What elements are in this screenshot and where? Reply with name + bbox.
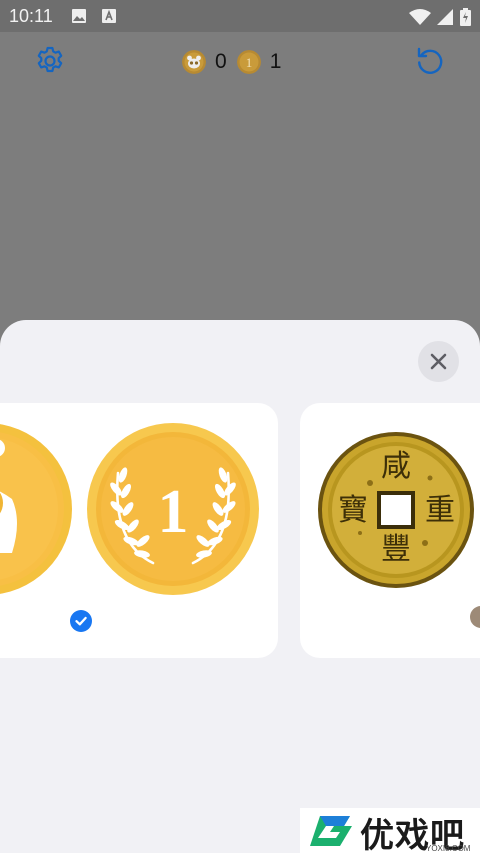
keyboard-a-icon <box>102 9 116 23</box>
gear-icon[interactable] <box>34 45 66 77</box>
close-button[interactable] <box>418 341 459 382</box>
signal-icon <box>437 9 453 25</box>
coin-char-top: 咸 <box>381 449 411 484</box>
one-coin-count: 1 <box>269 50 282 73</box>
battery-charging-icon <box>460 8 471 26</box>
score-display: 0 1 1 <box>182 49 291 75</box>
coin-option-chinese[interactable]: 咸 豐 重 寶 <box>300 403 480 658</box>
svg-text:1: 1 <box>245 55 252 70</box>
coin-option-panda-one[interactable]: 1 <box>0 403 278 658</box>
panda-coin-icon <box>182 50 206 74</box>
watermark-logo-icon <box>310 816 352 846</box>
next-coin-peek <box>470 606 480 628</box>
close-icon <box>430 353 447 370</box>
reset-icon[interactable] <box>413 45 447 79</box>
one-coin-icon: 1 <box>236 50 261 74</box>
panda-coin-count: 0 <box>215 50 227 73</box>
coin-char-left: 寶 <box>338 493 368 528</box>
panda-coin-image <box>0 424 72 594</box>
coin-picker-sheet: 1 咸 豐 重 寶 <box>0 320 480 853</box>
image-icon <box>72 9 86 23</box>
watermark: 优戏吧 YOXI8.COM <box>300 808 480 853</box>
status-bar: 10:11 <box>0 0 480 32</box>
coin-images: 1 <box>0 423 259 595</box>
chinese-coin-image: 咸 豐 重 寶 <box>318 432 480 628</box>
watermark-subtext: YOXI8.COM <box>426 844 471 853</box>
coin-char-bottom: 豐 <box>381 532 411 567</box>
game-header: 0 1 1 <box>0 32 480 92</box>
coin-char-right: 重 <box>425 493 455 528</box>
one-coin-label: 1 <box>158 478 189 546</box>
wifi-icon <box>409 9 431 25</box>
selected-check-badge <box>70 610 92 632</box>
checkmark-icon <box>75 616 87 626</box>
one-coin-image: 1 <box>87 423 259 595</box>
status-time: 10:11 <box>9 6 53 26</box>
